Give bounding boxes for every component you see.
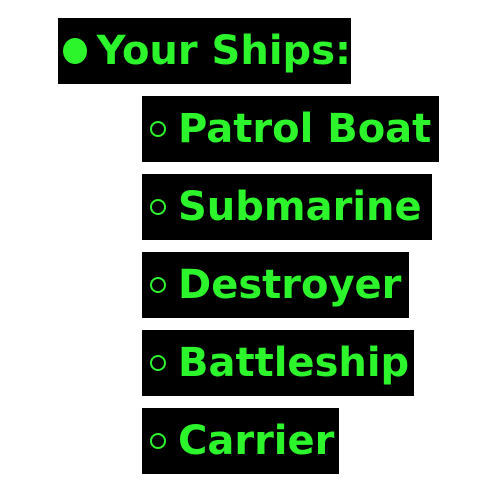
hollow-circle-icon xyxy=(150,121,166,137)
ship-item-battleship: Battleship xyxy=(142,330,414,396)
hollow-circle-icon xyxy=(150,433,166,449)
ship-name: Carrier xyxy=(178,418,335,464)
hollow-circle-icon xyxy=(150,199,166,215)
ship-name: Destroyer xyxy=(178,262,402,308)
ship-name: Submarine xyxy=(178,184,422,230)
hollow-circle-icon xyxy=(150,355,166,371)
ship-item-carrier: Carrier xyxy=(142,408,339,474)
ship-name: Battleship xyxy=(178,340,410,386)
ship-item-patrol-boat: Patrol Boat xyxy=(142,96,439,162)
hollow-circle-icon xyxy=(150,277,166,293)
ship-name: Patrol Boat xyxy=(178,106,432,152)
ship-item-submarine: Submarine xyxy=(142,174,432,240)
ships-list-title: Your Ships: xyxy=(96,28,351,74)
filled-circle-icon xyxy=(63,38,87,64)
ship-item-destroyer: Destroyer xyxy=(142,252,409,318)
ships-list-header: Your Ships: xyxy=(58,18,351,84)
